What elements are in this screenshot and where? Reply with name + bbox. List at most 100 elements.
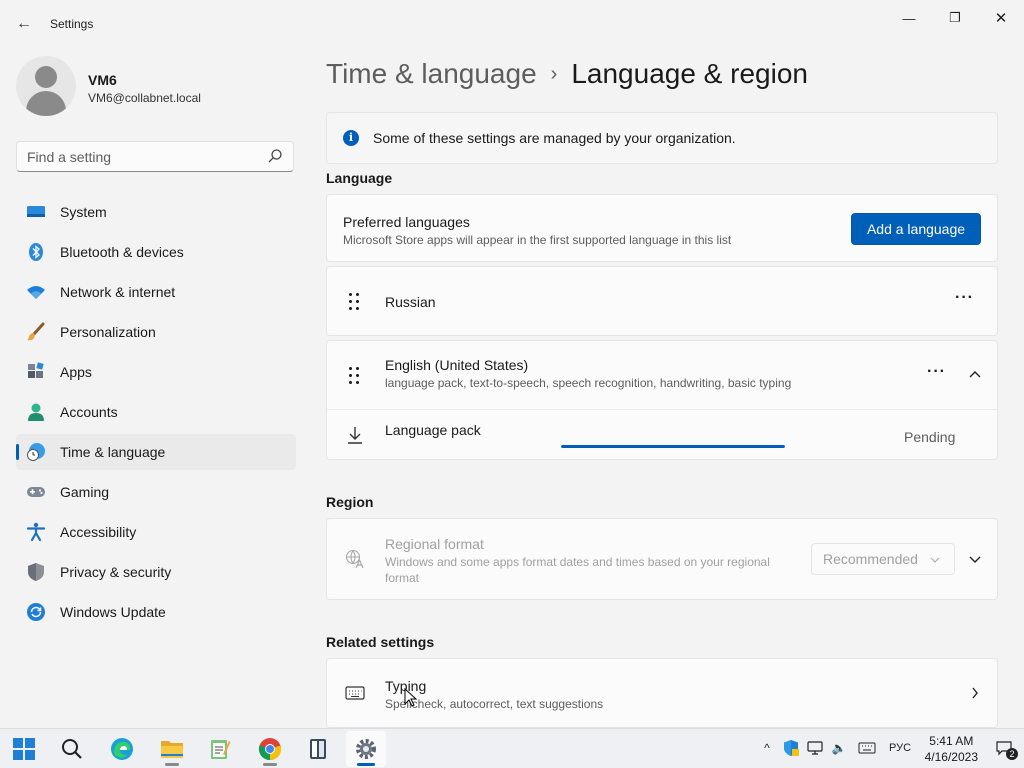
sidebar-item-label: System	[60, 204, 107, 220]
divider	[327, 409, 997, 410]
taskbar-file-explorer[interactable]	[152, 731, 192, 767]
clock-time: 5:41 AM	[929, 734, 974, 748]
sidebar-item-personalization[interactable]: Personalization	[16, 314, 296, 350]
sidebar-item-system[interactable]: System	[16, 194, 296, 230]
back-button[interactable]: ←	[12, 12, 36, 36]
brush-icon	[26, 322, 46, 342]
minimize-button[interactable]: —	[886, 4, 932, 32]
clock-date: 4/16/2023	[924, 750, 978, 764]
region-heading: Region	[326, 494, 374, 510]
sidebar-item-label: Personalization	[60, 324, 156, 340]
dropdown-value: Recommended	[823, 551, 918, 567]
keyboard-icon[interactable]	[858, 739, 876, 757]
download-icon	[348, 427, 362, 444]
expand-chevron-down-icon[interactable]	[968, 555, 982, 565]
more-options-button[interactable]: ···	[955, 289, 974, 307]
gamepad-icon	[26, 482, 46, 502]
network-icon[interactable]	[806, 739, 824, 757]
wifi-icon	[26, 282, 46, 302]
volume-icon[interactable]: 🔈	[830, 739, 848, 757]
search-box	[16, 141, 294, 172]
chrome-icon	[258, 738, 282, 761]
accounts-icon	[26, 402, 46, 422]
chevron-right-icon: ›	[550, 63, 558, 85]
sidebar-item-label: Gaming	[60, 484, 110, 500]
regional-format-card: Regional format Windows and some apps fo…	[326, 518, 998, 600]
sidebar-item-privacy[interactable]: Privacy & security	[16, 554, 296, 590]
taskbar-chrome[interactable]	[250, 731, 290, 767]
language-heading: Language	[326, 170, 393, 186]
keyboard-icon	[345, 686, 365, 700]
download-progress-bar	[561, 445, 785, 448]
sidebar-item-windows-update[interactable]: Windows Update	[16, 594, 296, 630]
main-content: Time & language › Language & region i Some…	[326, 48, 1000, 728]
chevron-up-icon[interactable]	[968, 369, 982, 379]
language-item-russian[interactable]: Russian ···	[326, 266, 998, 336]
related-settings-heading: Related settings	[326, 634, 435, 650]
progress-fill	[561, 445, 785, 448]
sidebar-item-label: Accounts	[60, 404, 118, 420]
sidebar-item-time-language[interactable]: Time & language	[16, 434, 296, 470]
add-language-button[interactable]: Add a language	[851, 213, 981, 245]
preferred-languages-card: Preferred languages Microsoft Store apps…	[326, 194, 998, 262]
sidebar-item-bluetooth[interactable]: Bluetooth & devices	[16, 234, 296, 270]
sidebar-item-label: Network & internet	[60, 284, 176, 300]
info-icon: i	[343, 130, 359, 146]
close-button[interactable]: ✕	[978, 4, 1024, 32]
sidebar-item-apps[interactable]: Apps	[16, 354, 296, 390]
folder-icon	[161, 741, 183, 758]
notepad-icon	[211, 740, 231, 759]
language-pack-label: Language pack	[385, 422, 481, 438]
edge-icon	[111, 738, 133, 760]
taskbar: ^ 🔈 РУС 5:41 AM 4/16/2023 2	[0, 728, 1024, 768]
sidebar-item-label: Windows Update	[60, 604, 166, 620]
taskbar-settings[interactable]	[346, 731, 386, 767]
show-hidden-icons-chevron[interactable]: ^	[758, 739, 776, 757]
clock[interactable]: 5:41 AM 4/16/2023	[925, 733, 978, 765]
sidebar-item-accessibility[interactable]: Accessibility	[16, 514, 296, 550]
language-name: English (United States)	[385, 357, 529, 373]
notifications-button[interactable]: 2	[994, 739, 1018, 760]
sidebar-item-label: Privacy & security	[60, 564, 172, 580]
maximize-button[interactable]: ❐	[932, 4, 978, 32]
sidebar-item-accounts[interactable]: Accounts	[16, 394, 296, 430]
taskbar-reader[interactable]	[298, 731, 338, 767]
sidebar-nav: System Bluetooth & devices Network & int…	[16, 194, 296, 634]
notification-count-badge: 2	[1006, 748, 1018, 760]
info-text: Some of these settings are managed by yo…	[373, 130, 736, 146]
regional-format-dropdown[interactable]: Recommended	[811, 543, 955, 575]
regional-format-title: Regional format	[385, 536, 484, 552]
accessibility-icon	[26, 522, 46, 542]
time-language-icon	[26, 442, 46, 462]
drag-handle-icon[interactable]	[347, 293, 361, 311]
system-icon	[26, 202, 46, 222]
chevron-down-icon	[930, 557, 940, 563]
taskbar-notepad[interactable]	[200, 731, 240, 767]
security-shield-icon[interactable]	[782, 739, 800, 757]
more-options-button[interactable]: ···	[927, 363, 946, 381]
shield-icon	[26, 562, 46, 582]
sidebar-item-network[interactable]: Network & internet	[16, 274, 296, 310]
sidebar-item-gaming[interactable]: Gaming	[16, 474, 296, 510]
start-button[interactable]	[4, 731, 44, 767]
preferred-languages-subtitle: Microsoft Store apps will appear in the …	[343, 233, 732, 247]
windows-logo-icon	[13, 738, 35, 760]
settings-gear-icon	[356, 739, 376, 759]
taskbar-search-button[interactable]	[52, 731, 92, 767]
drag-handle-icon[interactable]	[347, 367, 361, 385]
search-icon[interactable]	[267, 148, 283, 164]
taskbar-edge[interactable]	[102, 731, 142, 767]
avatar[interactable]	[16, 56, 76, 116]
search-input[interactable]	[17, 142, 267, 171]
sidebar: VM6 VM6@collabnet.local System Bluetooth…	[0, 48, 310, 728]
update-icon	[26, 602, 46, 622]
typing-settings-link[interactable]: Typing Spellcheck, autocorrect, text sug…	[326, 658, 998, 728]
language-name: Russian	[385, 294, 436, 310]
app-title: Settings	[50, 17, 94, 31]
search-icon	[62, 739, 82, 759]
breadcrumb: Time & language › Language & region	[326, 58, 808, 90]
breadcrumb-parent[interactable]: Time & language	[326, 58, 537, 89]
page-title: Language & region	[571, 58, 808, 89]
bluetooth-icon	[26, 242, 46, 262]
input-language-indicator[interactable]: РУС	[886, 739, 914, 757]
